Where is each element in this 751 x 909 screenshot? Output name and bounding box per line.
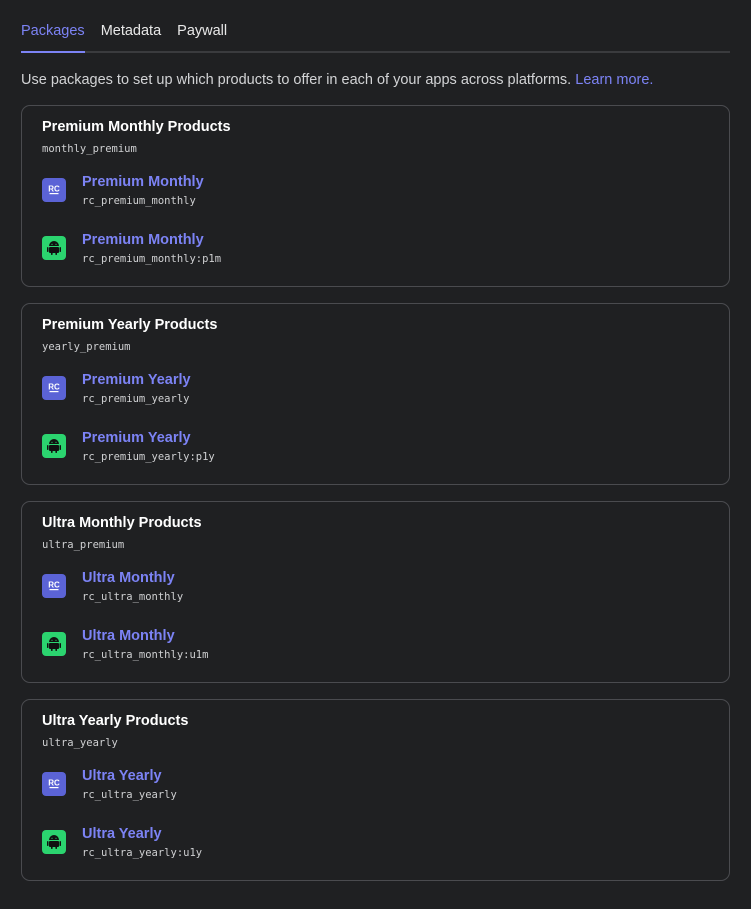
product-row: Premium Yearly rc_premium_yearly:p1y xyxy=(42,429,709,463)
product-name-link[interactable]: Ultra Yearly xyxy=(82,825,202,843)
learn-more-link[interactable]: Learn more. xyxy=(575,72,653,88)
product-identifier: rc_ultra_yearly:u1y xyxy=(82,846,203,859)
svg-text:RC: RC xyxy=(48,581,60,590)
package-identifier: yearly_premium xyxy=(42,341,131,353)
tab-paywall[interactable]: Paywall xyxy=(177,23,227,51)
product-row: RC Premium Yearly rc_premium_yearly xyxy=(42,371,709,405)
android-icon xyxy=(42,434,66,458)
product-name-link[interactable]: Ultra Monthly xyxy=(82,627,208,645)
package-title: Ultra Yearly Products xyxy=(42,713,189,729)
rc-icon: RC xyxy=(42,574,66,598)
package-title: Ultra Monthly Products xyxy=(42,515,202,531)
product-identifier: rc_ultra_yearly xyxy=(82,788,177,801)
tab-packages[interactable]: Packages xyxy=(21,23,85,53)
package-identifier: ultra_premium xyxy=(42,539,125,551)
android-icon xyxy=(42,632,66,656)
package-title: Premium Monthly Products xyxy=(42,119,231,135)
product-name-link[interactable]: Premium Yearly xyxy=(82,371,191,389)
package-list: Premium Monthly Products monthly_premium… xyxy=(21,105,730,881)
package-card: Ultra Yearly Products ultra_yearly RC Ul… xyxy=(21,699,730,881)
package-card: Premium Yearly Products yearly_premium R… xyxy=(21,303,730,485)
product-identifier: rc_ultra_monthly xyxy=(82,590,184,603)
package-identifier: monthly_premium xyxy=(42,143,137,155)
product-identifier: rc_premium_monthly:p1m xyxy=(82,252,222,265)
svg-text:RC: RC xyxy=(48,383,60,392)
rc-icon: RC xyxy=(42,178,66,202)
product-identifier: rc_premium_yearly:p1y xyxy=(82,450,215,463)
product-identifier: rc_premium_monthly xyxy=(82,194,196,207)
product-row: Ultra Monthly rc_ultra_monthly:u1m xyxy=(42,627,709,661)
product-row: Ultra Yearly rc_ultra_yearly:u1y xyxy=(42,825,709,859)
package-card: Ultra Monthly Products ultra_premium RC … xyxy=(21,501,730,683)
android-icon xyxy=(42,236,66,260)
tab-bar: Packages Metadata Paywall xyxy=(21,0,730,53)
product-name-link[interactable]: Ultra Monthly xyxy=(82,569,183,587)
product-identifier: rc_ultra_monthly:u1m xyxy=(82,648,209,661)
product-name-link[interactable]: Premium Monthly xyxy=(82,173,204,191)
packages-page: Packages Metadata Paywall Use packages t… xyxy=(0,0,751,909)
svg-text:RC: RC xyxy=(48,779,60,788)
svg-text:RC: RC xyxy=(48,185,60,194)
package-card: Premium Monthly Products monthly_premium… xyxy=(21,105,730,287)
product-name-link[interactable]: Ultra Yearly xyxy=(82,767,177,785)
rc-icon: RC xyxy=(42,376,66,400)
product-row: RC Premium Monthly rc_premium_monthly xyxy=(42,173,709,207)
product-row: RC Ultra Monthly rc_ultra_monthly xyxy=(42,569,709,603)
packages-description: Use packages to set up which products to… xyxy=(21,70,730,90)
product-row: RC Ultra Yearly rc_ultra_yearly xyxy=(42,767,709,801)
rc-icon: RC xyxy=(42,772,66,796)
package-title: Premium Yearly Products xyxy=(42,317,218,333)
product-row: Premium Monthly rc_premium_monthly:p1m xyxy=(42,231,709,265)
description-text: Use packages to set up which products to… xyxy=(21,72,572,88)
tab-metadata[interactable]: Metadata xyxy=(101,23,161,51)
product-name-link[interactable]: Premium Monthly xyxy=(82,231,221,249)
android-icon xyxy=(42,830,66,854)
product-name-link[interactable]: Premium Yearly xyxy=(82,429,215,447)
package-identifier: ultra_yearly xyxy=(42,737,118,749)
product-identifier: rc_premium_yearly xyxy=(82,392,190,405)
